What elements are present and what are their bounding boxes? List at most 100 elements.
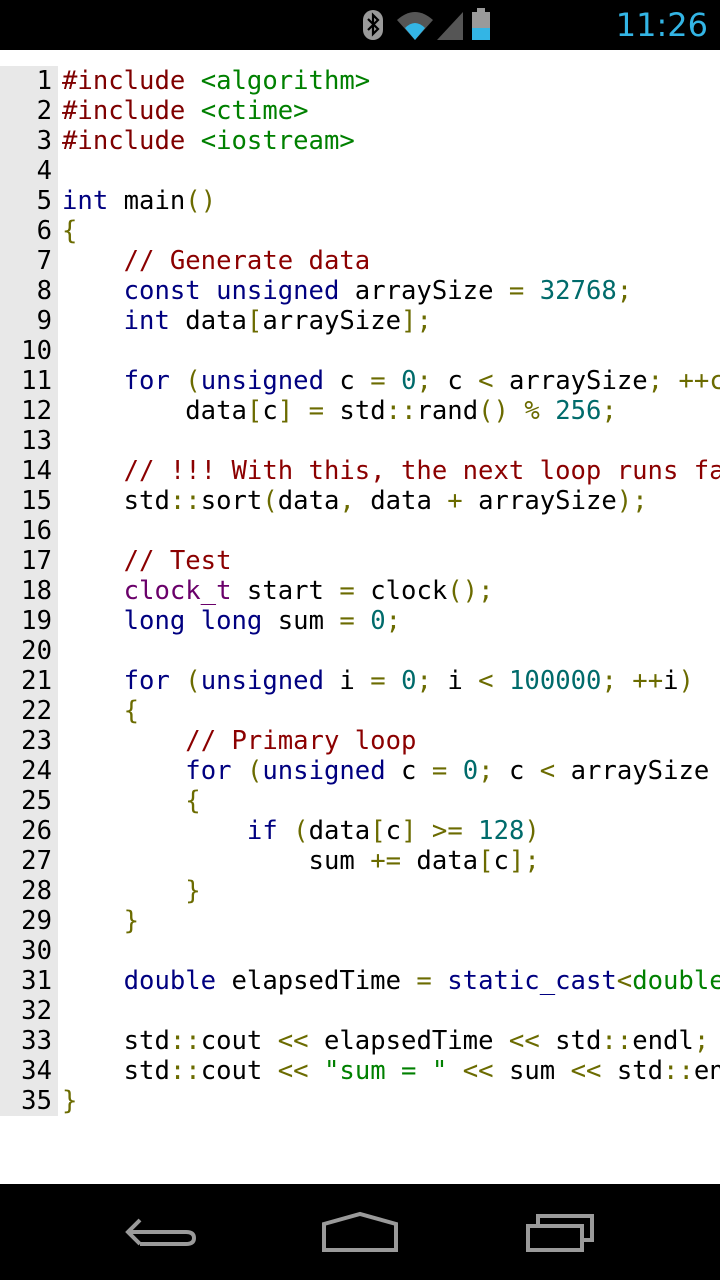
code-token: arraySize xyxy=(262,306,402,336)
code-token: data xyxy=(308,816,371,846)
code-token: c xyxy=(262,396,278,426)
code-token: data xyxy=(62,396,247,426)
code-token: ( xyxy=(262,486,278,516)
home-button[interactable] xyxy=(300,1202,420,1262)
line-number: 3 xyxy=(36,126,52,156)
code-token: < xyxy=(539,756,556,786)
code-line: 1 #include <algorithm> xyxy=(0,66,720,96)
code-token: < xyxy=(478,666,494,696)
line-number: 7 xyxy=(36,246,52,276)
code-token: unsigned xyxy=(262,756,386,786)
code-token: 0 xyxy=(401,366,417,396)
code-token: i xyxy=(431,666,479,696)
code-token: (); xyxy=(447,576,494,606)
code-token: clock_t xyxy=(123,576,232,606)
code-line: 33 std::cout << elapsedTime << std::endl… xyxy=(0,1026,720,1056)
code-line: 14 // !!! With this, the next loop runs … xyxy=(0,456,720,486)
code-token: #include xyxy=(62,66,201,96)
code-token: + xyxy=(447,486,463,516)
line-number: 8 xyxy=(36,276,52,306)
code-line: 17 // Test xyxy=(0,546,720,576)
code-text: sum += data[c]; xyxy=(62,846,540,876)
code-editor[interactable]: 1 #include <algorithm> 2 #include <ctime> 3 #… xyxy=(0,66,720,1116)
code-line: 5 int main() xyxy=(0,186,720,216)
back-icon xyxy=(125,1218,197,1246)
code-token: c xyxy=(385,816,402,846)
code-token: } xyxy=(123,906,140,936)
line-number: 30 xyxy=(21,936,52,966)
line-number: 33 xyxy=(21,1026,52,1056)
code-token: ( xyxy=(185,666,201,696)
code-token: arraySize xyxy=(555,756,710,786)
line-number: 2 xyxy=(36,96,52,126)
line-number: 6 xyxy=(36,216,52,246)
code-line: 25 { xyxy=(0,786,720,816)
code-token: c xyxy=(324,366,371,396)
code-token: [ xyxy=(370,816,386,846)
code-token: :: xyxy=(385,396,417,426)
code-token: #include xyxy=(62,126,201,156)
line-number: 26 xyxy=(21,816,52,846)
code-token: "sum = " xyxy=(324,1056,448,1086)
code-text: for (unsigned c = 0; c < arraySize; ++c xyxy=(62,366,720,396)
code-line: 18 clock_t start = clock(); xyxy=(0,576,720,606)
code-token: data xyxy=(169,306,247,336)
code-text: // Test xyxy=(62,546,232,576)
line-number: 35 xyxy=(21,1086,52,1116)
code-token: << xyxy=(462,1056,494,1086)
code-token: c xyxy=(431,366,479,396)
code-token: ] xyxy=(277,396,294,426)
code-token: ); xyxy=(616,486,648,516)
code-token: << xyxy=(277,1026,309,1056)
code-token: for xyxy=(185,756,232,786)
code-token: sum xyxy=(262,606,340,636)
code-token: ; xyxy=(616,276,633,306)
code-token: arraySize xyxy=(493,366,648,396)
code-line: 4 xyxy=(0,156,720,186)
code-token: data xyxy=(354,486,448,516)
code-token: << xyxy=(508,1026,540,1056)
line-number: 1 xyxy=(36,66,52,96)
code-token: 0 xyxy=(401,666,417,696)
recent-apps-button[interactable] xyxy=(500,1202,620,1262)
code-line: 21 for (unsigned i = 0; i < 100000; ++i) xyxy=(0,666,720,696)
code-token: = xyxy=(308,396,325,426)
code-token: c xyxy=(385,756,432,786)
code-token: sort xyxy=(200,486,263,516)
code-token: ; xyxy=(416,666,432,696)
line-number: 24 xyxy=(21,756,52,786)
code-token: data xyxy=(401,846,479,876)
code-line: 15 std::sort(data, data + arraySize); xyxy=(0,486,720,516)
code-token: >= xyxy=(431,816,463,846)
code-token: ; xyxy=(647,366,664,396)
line-number: 13 xyxy=(21,426,52,456)
code-text: std::sort(data, data + arraySize); xyxy=(62,486,648,516)
home-icon xyxy=(322,1211,398,1252)
code-line: 10 xyxy=(0,336,720,366)
line-number: 21 xyxy=(21,666,52,696)
back-button[interactable] xyxy=(100,1202,220,1262)
line-number: 28 xyxy=(21,876,52,906)
code-token: = xyxy=(431,756,448,786)
recent-apps-icon xyxy=(526,1214,594,1252)
code-token: unsigned xyxy=(200,666,324,696)
code-token: ; xyxy=(693,1026,710,1056)
line-number: 4 xyxy=(36,156,52,186)
cell-signal-icon xyxy=(437,12,463,40)
code-line: 31 double elapsedTime = static_cast<doub… xyxy=(0,966,720,996)
